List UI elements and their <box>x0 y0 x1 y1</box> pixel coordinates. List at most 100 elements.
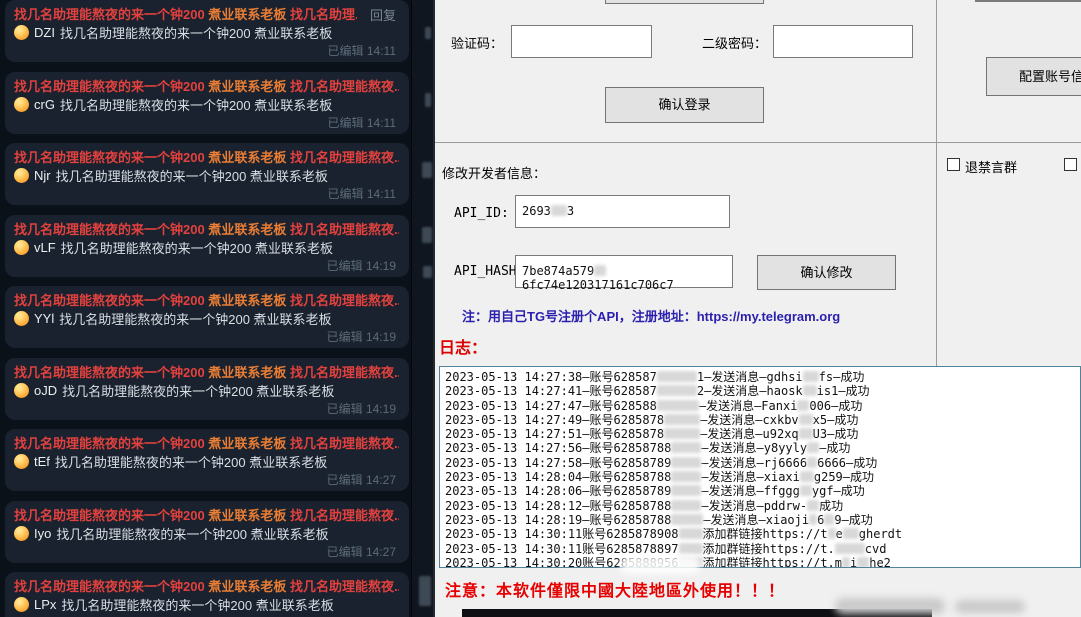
captcha-input[interactable] <box>511 25 652 58</box>
chat-list-item[interactable]: 找几名助理能熬夜的来一个钟200 煮业联系老板 找几名助理能熬夜...crG找几… <box>5 72 409 134</box>
redaction-smudge <box>828 528 836 539</box>
developer-section-label: 修改开发者信息： <box>442 163 546 182</box>
redaction-smudge <box>807 500 819 511</box>
chat-list-item[interactable]: 找几名助理能熬夜的来一个钟200 煮业联系老板 找几名助理能熬夜... LPx 找几… <box>5 572 409 617</box>
api-id-input[interactable]: 26933 <box>515 195 730 228</box>
clipped-top-button[interactable] <box>605 0 764 4</box>
region-warning: 注意：本软件僅限中國大陸地區外使用！！！ <box>445 577 785 601</box>
log-line: 2023-05-13 14:30:11账号6285878897添加群链接http… <box>445 542 1080 556</box>
log-text: cvd <box>865 542 887 556</box>
clipped-checkbox[interactable] <box>1064 158 1077 171</box>
log-text: i <box>850 556 857 568</box>
log-text: 2023-05-13 14:27:51—账号6285878 <box>445 427 664 441</box>
log-text: —发送消息—pddrw- <box>701 499 807 513</box>
chat-list-item[interactable]: 找几名助理能熬夜的来一个钟200 煮业联系老板 找几名助理能熬夜...tEf找几… <box>5 429 409 491</box>
log-text: x5—成功 <box>813 413 859 427</box>
log-text: 添加群链接https://t. <box>703 542 835 556</box>
chat-list-item[interactable]: 找几名助理能熬夜的来一个钟200 煮业联系老板 找几名助理能熬夜...vLF找几… <box>5 215 409 277</box>
app-panel: 验证码： 二级密码： 确认登录 配置账号信 退禁言群 修改开发者信息： API_… <box>433 0 1081 617</box>
sender-name: LPx <box>34 597 56 612</box>
log-line: 2023-05-13 14:28:04—账号62858788—发送消息—xiax… <box>445 470 1080 484</box>
chat-panel: 找几名助理能熬夜的来一个钟200 煮业联系老板 找几名助理...回复DZI找几名… <box>0 0 433 617</box>
log-text: —发送消息—xiaoji <box>703 513 809 527</box>
message-text: 找几名助理能熬夜的来一个钟200 煮业联系老板 <box>61 595 333 614</box>
horizontal-divider <box>435 142 1081 143</box>
sender-name: oJD <box>34 383 57 398</box>
second-password-label: 二级密码： <box>702 33 767 52</box>
configure-account-button[interactable]: 配置账号信 <box>986 57 1081 96</box>
api-id-label: API_ID: <box>454 206 509 221</box>
log-text: 006—成功 <box>809 399 862 413</box>
api-hash-input[interactable]: 7be874a5796fc74e120317161c706c7 <box>515 255 733 288</box>
sender-name: Njr <box>34 168 51 183</box>
log-output[interactable]: 2023-05-13 14:27:38—账号6285871—发送消息—gdhsi… <box>439 366 1081 568</box>
heart-eyes-face-emoji-icon <box>14 25 29 40</box>
second-password-input[interactable] <box>773 25 913 58</box>
redaction-smudge <box>679 543 703 554</box>
screen: 找几名助理能熬夜的来一个钟200 煮业联系老板 找几名助理...回复DZI找几名… <box>0 0 1081 617</box>
log-text: —发送消息—cxkbv <box>700 413 799 427</box>
log-line: 2023-05-13 14:30:20账号6285888956添加群链接http… <box>445 556 1080 568</box>
redaction-smudge <box>835 543 865 554</box>
chat-message-preview: LPx 找几名助理能熬夜的来一个钟200 煮业联系老板 <box>14 595 399 614</box>
reply-link[interactable]: 回复 <box>370 5 396 24</box>
log-line: 2023-05-13 14:27:49—账号6285878—发送消息—cxkbv… <box>445 413 1080 427</box>
kissing-face-emoji-icon <box>14 311 29 326</box>
redaction-smudge <box>803 371 819 382</box>
api-id-value-suffix: 3 <box>567 204 574 218</box>
redaction-smudge <box>843 528 859 539</box>
confirm-login-button[interactable]: 确认登录 <box>605 87 764 123</box>
chat-message-title: 找几名助理能熬夜的来一个钟200 煮业联系老板 找几名助理... <box>14 4 357 23</box>
redaction-smudge <box>807 457 817 468</box>
chat-list-item[interactable]: 找几名助理能熬夜的来一个钟200 煮业联系老板 找几名助理...回复DZI找几名… <box>5 0 409 62</box>
sender-name: YYl <box>34 311 54 326</box>
message-text: 找几名助理能熬夜的来一个钟200 煮业联系老板 <box>62 381 334 400</box>
smudge-artifact <box>835 598 945 614</box>
redaction-smudge <box>551 205 567 216</box>
winking-tongue-face-emoji-icon <box>14 97 29 112</box>
redaction-smudge <box>799 414 813 425</box>
redaction-smudge <box>671 500 701 511</box>
chat-message-title: 找几名助理能熬夜的来一个钟200 煮业联系老板 找几名助理能熬夜... <box>14 290 399 309</box>
redaction-smudge <box>857 557 869 568</box>
log-section-label: 日志： <box>439 334 487 358</box>
log-line: 2023-05-13 14:27:51—账号6285878—发送消息—u92xq… <box>445 427 1080 441</box>
log-line: 2023-05-13 14:27:41—账号6285872—发送消息—haosk… <box>445 384 1080 398</box>
log-line: 2023-05-13 14:27:47—账号628588—发送消息—Fanxi0… <box>445 399 1080 413</box>
chat-list-item[interactable]: 找几名助理能熬夜的来一个钟200 煮业联系老板 找几名助理能熬夜...YYl找几… <box>5 286 409 348</box>
redaction-smudge <box>842 557 850 568</box>
chat-list-item[interactable]: 找几名助理能熬夜的来一个钟200 煮业联系老板 找几名助理能熬夜...oJD找几… <box>5 358 409 420</box>
log-text: 2023-05-13 14:27:38—账号628587 <box>445 370 657 384</box>
clipped-text-fragment <box>423 266 432 278</box>
sender-name: Iyo <box>34 526 51 541</box>
clipped-text-fragment <box>422 227 432 243</box>
api-hash-value-prefix: 7be874a579 <box>522 264 594 278</box>
redaction-smudge <box>797 400 809 411</box>
chat-list-item[interactable]: 找几名助理能熬夜的来一个钟200 煮业联系老板 找几名助理能熬夜...Njr找几… <box>5 143 409 205</box>
confirm-modify-button[interactable]: 确认修改 <box>757 255 896 290</box>
redaction-smudge <box>807 442 819 453</box>
unban-mute-group-checkbox[interactable] <box>947 158 960 171</box>
redaction-smudge <box>799 428 813 439</box>
log-text: 2023-05-13 14:28:06—账号62858789 <box>445 484 671 498</box>
smiling-hearts-face-emoji-icon <box>14 383 29 398</box>
kissing-face-emoji-icon <box>14 526 29 541</box>
api-hash-label: API_HASH: <box>454 264 524 279</box>
chat-message-title: 找几名助理能熬夜的来一个钟200 煮业联系老板 找几名助理能熬夜... <box>14 576 399 595</box>
redaction-smudge <box>671 485 701 496</box>
log-line: 2023-05-13 14:27:56—账号62858788—发送消息—y8yy… <box>445 441 1080 455</box>
chat-message-title: 找几名助理能熬夜的来一个钟200 煮业联系老板 找几名助理能熬夜... <box>14 147 399 166</box>
chat-message-preview: YYl找几名助理能熬夜的来一个钟200 煮业联系老板 <box>14 309 399 328</box>
redaction-smudge <box>800 485 812 496</box>
chat-message-preview: oJD 找几名助理能熬夜的来一个钟200 煮业联系老板 <box>14 381 399 400</box>
log-text: ygf—成功 <box>812 484 865 498</box>
smudge-artifact <box>955 600 1025 613</box>
chat-list-item[interactable]: 找几名助理能熬夜的来一个钟200 煮业联系老板 找几名助理能熬夜...Iyo找几… <box>5 501 409 563</box>
log-text: he2 <box>869 556 891 568</box>
log-text: 添加群链接https://t.m <box>703 556 842 568</box>
redaction-smudge <box>803 385 817 396</box>
log-text: fs—成功 <box>819 370 865 384</box>
api-hash-value-suffix: 6fc74e120317161c706c7 <box>522 278 674 292</box>
chat-message-title: 找几名助理能熬夜的来一个钟200 煮业联系老板 找几名助理能熬夜... <box>14 505 399 524</box>
clipped-text-fragment <box>419 576 431 606</box>
